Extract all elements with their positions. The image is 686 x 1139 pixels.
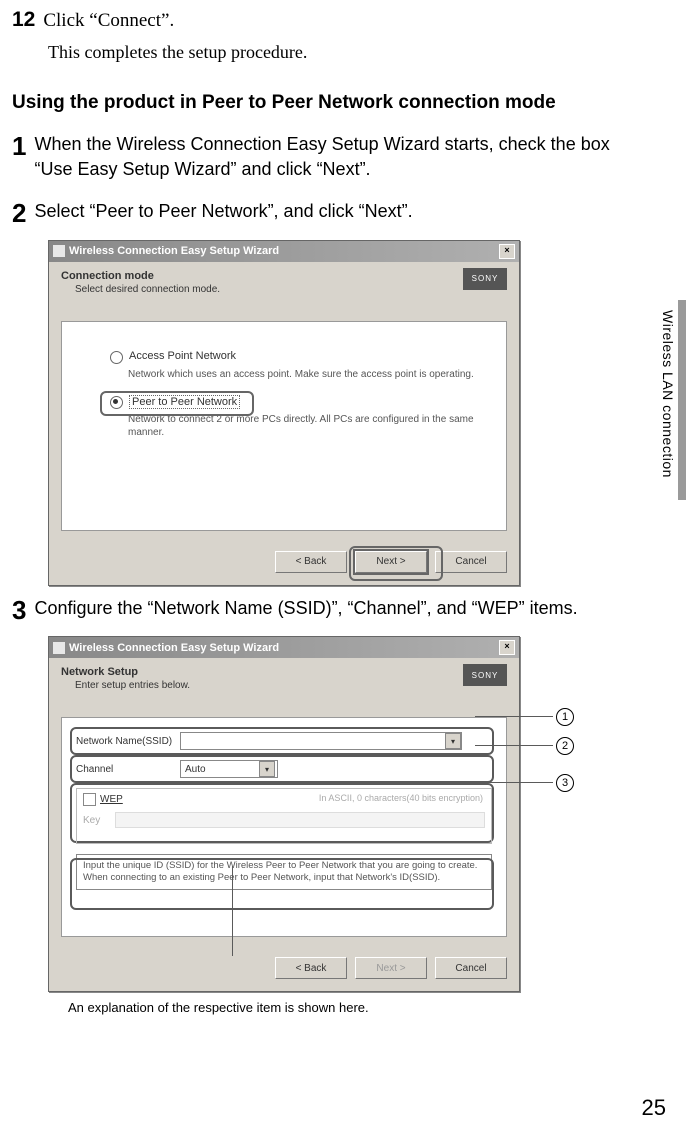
- key-label: Key: [83, 815, 107, 826]
- step-text: Select “Peer to Peer Network”, and click…: [34, 199, 412, 223]
- ssid-row: Network Name(SSID) ▾: [76, 732, 492, 750]
- wep-hint: In ASCII, 0 characters(40 bits encryptio…: [319, 793, 483, 803]
- cancel-button[interactable]: Cancel: [435, 957, 507, 979]
- channel-dropdown[interactable]: Auto ▾: [180, 760, 278, 778]
- option-label: Access Point Network: [129, 350, 236, 362]
- step-1: 1 When the Wireless Connection Easy Setu…: [12, 132, 626, 181]
- wep-group: WEP In ASCII, 0 characters(40 bits encry…: [76, 788, 492, 844]
- dialog-subheading: Select desired connection mode.: [75, 284, 507, 295]
- leader-line-vertical: [232, 866, 233, 956]
- info-box: Input the unique ID (SSID) for the Wirel…: [76, 854, 492, 890]
- option-description: Network which uses an access point. Make…: [128, 368, 490, 381]
- brand-badge: SONY: [463, 268, 507, 290]
- section-heading: Using the product in Peer to Peer Networ…: [12, 91, 626, 115]
- close-icon[interactable]: ×: [499, 640, 515, 655]
- titlebar: Wireless Connection Easy Setup Wizard ×: [49, 637, 519, 658]
- step-2: 2 Select “Peer to Peer Network”, and cli…: [12, 199, 626, 228]
- step-text: Configure the “Network Name (SSID)”, “Ch…: [34, 596, 577, 620]
- callout-number-2: 2: [556, 737, 574, 755]
- step-number: 12: [12, 8, 35, 31]
- channel-row: Channel Auto ▾: [76, 760, 492, 778]
- dialog-title: Wireless Connection Easy Setup Wizard: [69, 245, 279, 257]
- leader-line: [475, 745, 553, 746]
- chevron-down-icon[interactable]: ▾: [445, 733, 461, 749]
- dialog-heading: Connection mode: [61, 270, 507, 282]
- step-text: When the Wireless Connection Easy Setup …: [34, 132, 626, 181]
- step-number: 1: [12, 132, 26, 161]
- step-subtext: This completes the setup procedure.: [48, 42, 626, 63]
- step-number: 3: [12, 596, 26, 625]
- callout-number-1: 1: [556, 708, 574, 726]
- titlebar: Wireless Connection Easy Setup Wizard ×: [49, 241, 519, 262]
- chevron-down-icon[interactable]: ▾: [259, 761, 275, 777]
- dialog-title: Wireless Connection Easy Setup Wizard: [69, 642, 279, 654]
- edge-tab-label: Wireless LAN connection: [660, 310, 676, 478]
- dialog-network-setup: Wireless Connection Easy Setup Wizard × …: [48, 636, 520, 992]
- next-button: Next >: [355, 957, 427, 979]
- callout-number-3: 3: [556, 774, 574, 792]
- brand-badge: SONY: [463, 664, 507, 686]
- step-number: 2: [12, 199, 26, 228]
- ssid-input[interactable]: ▾: [180, 732, 462, 750]
- app-icon: [53, 642, 65, 654]
- leader-line: [475, 716, 553, 717]
- page-number: 25: [642, 1095, 666, 1121]
- back-button[interactable]: < Back: [275, 957, 347, 979]
- radio-icon: [110, 351, 123, 364]
- edge-tab-bar: [678, 300, 686, 500]
- wep-label: WEP: [100, 794, 123, 805]
- channel-label: Channel: [76, 764, 176, 775]
- figure-caption: An explanation of the respective item is…: [68, 1000, 626, 1015]
- dialog-heading: Network Setup: [61, 666, 507, 678]
- cancel-button[interactable]: Cancel: [435, 551, 507, 573]
- ssid-label: Network Name(SSID): [76, 736, 176, 747]
- dialog-buttons: < Back Next > Cancel: [49, 947, 519, 991]
- option-description: Network to connect 2 or more PCs directl…: [128, 413, 490, 439]
- dialog-subheading: Enter setup entries below.: [75, 680, 507, 691]
- key-input[interactable]: [115, 812, 485, 828]
- options-panel: Access Point Network Network which uses …: [61, 321, 507, 531]
- form-panel: Network Name(SSID) ▾ Channel Auto: [61, 717, 507, 937]
- checkbox-icon[interactable]: [83, 793, 96, 806]
- leader-line: [475, 782, 553, 783]
- highlight-callout: [349, 546, 443, 581]
- step-text: Click “Connect”.: [43, 8, 174, 34]
- step-12: 12 Click “Connect”.: [12, 8, 626, 34]
- back-button[interactable]: < Back: [275, 551, 347, 573]
- radio-access-point[interactable]: Access Point Network: [110, 350, 490, 364]
- dialog-buttons: < Back Next > Cancel: [49, 541, 519, 585]
- close-icon[interactable]: ×: [499, 244, 515, 259]
- dialog-connection-mode: Wireless Connection Easy Setup Wizard × …: [48, 240, 520, 586]
- channel-value: Auto: [185, 764, 206, 775]
- key-row: Key: [83, 812, 485, 828]
- highlight-callout: [100, 391, 254, 416]
- app-icon: [53, 245, 65, 257]
- step-3: 3 Configure the “Network Name (SSID)”, “…: [12, 596, 626, 625]
